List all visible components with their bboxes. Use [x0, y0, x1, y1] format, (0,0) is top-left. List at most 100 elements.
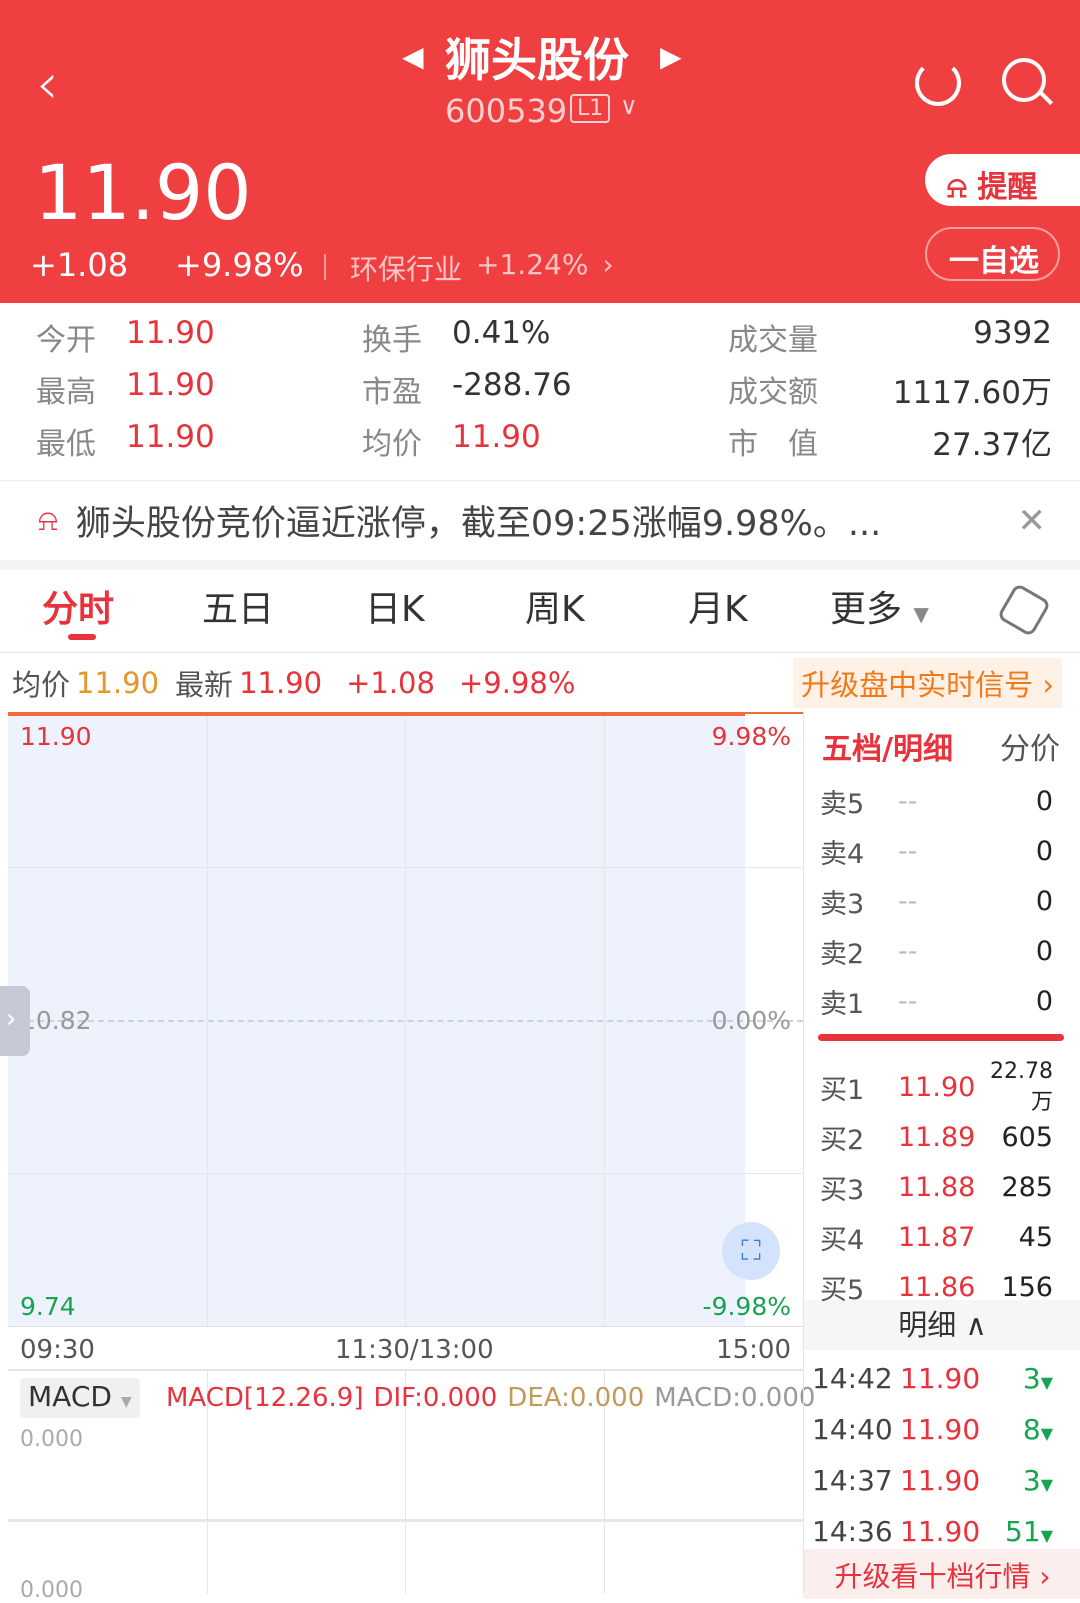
level-price: --: [898, 985, 918, 1017]
level-volume: 45: [1018, 1221, 1053, 1253]
upgrade-signal-link[interactable]: 升级盘中实时信号 ›: [793, 658, 1062, 708]
stat-value: 1117.60万: [892, 375, 1052, 411]
sell-arrow-icon: ▼: [1040, 1424, 1053, 1443]
level-volume: 0: [1035, 885, 1053, 917]
orderbook-row[interactable]: 卖4 -- 0: [820, 826, 1065, 876]
settings-icon[interactable]: [996, 582, 1052, 638]
remind-label: 提醒: [977, 170, 1038, 205]
remind-button[interactable]: ⍾ 提醒: [925, 154, 1080, 206]
tab-label: 更多: [830, 589, 903, 630]
industry-change: +1.24%: [476, 248, 589, 281]
x-tick: 15:00: [716, 1335, 791, 1365]
level-volume: 0: [1035, 835, 1053, 867]
indicator-selector[interactable]: MACD ▼: [20, 1378, 140, 1418]
level-price: --: [898, 935, 918, 967]
orderbook-row[interactable]: 卖2 -- 0: [820, 926, 1065, 976]
tab-orderbook[interactable]: 五档/明细: [822, 724, 953, 768]
bell-icon: ⍾: [38, 503, 58, 538]
level-label: 买5: [820, 1274, 865, 1306]
tab-price-distribution[interactable]: 分价: [1000, 724, 1060, 768]
intraday-chart[interactable]: 11.90 10.82 9.74 9.98% 0.00% -9.98% › ⛶: [0, 712, 803, 1326]
tick-time: 14:40: [812, 1413, 893, 1446]
notice-text: 狮头股份竞价逼近涨停，截至09:25涨幅9.98%。...: [75, 504, 882, 544]
stat-label: 市盈: [362, 375, 422, 410]
tab-5[interactable]: 更多 ▼: [830, 580, 929, 632]
macd-panel: MACD ▼ MACD[12.26.9] DIF:0.000 DEA:0.000…: [8, 1371, 815, 1603]
stat-value: 11.90: [452, 419, 541, 455]
remove-watchlist-button[interactable]: 一自选: [925, 227, 1060, 281]
tick-volume: 3: [1022, 1362, 1041, 1395]
tick-price: 11.90: [900, 1464, 981, 1497]
level-price: --: [898, 785, 918, 817]
orderbook-row[interactable]: 卖1 -- 0: [820, 976, 1065, 1026]
level-price: 11.87: [898, 1221, 976, 1253]
tab-2[interactable]: 日K: [365, 580, 425, 632]
stock-name: 狮头股份: [445, 33, 629, 87]
refresh-icon[interactable]: [915, 60, 961, 106]
spread-bar: [818, 1034, 1064, 1041]
stat-value: -288.76: [452, 367, 572, 403]
orderbook-row[interactable]: 买5 11.86 156: [820, 1262, 1065, 1312]
tab-label: 月K: [688, 589, 748, 630]
level-volume: 285: [1001, 1171, 1053, 1203]
x-tick: 11:30/13:00: [335, 1335, 494, 1365]
level-volume: 22.78万: [990, 1058, 1053, 1115]
x-tick: 09:30: [20, 1335, 95, 1365]
level-label: 买2: [820, 1124, 865, 1156]
level-label: 卖2: [820, 938, 865, 970]
prev-stock-icon[interactable]: ◀: [402, 40, 424, 73]
price-change-pct: +9.98%: [175, 246, 304, 284]
stat-label: 换手: [362, 323, 422, 358]
upgrade-signal-label: 升级盘中实时信号: [801, 668, 1034, 702]
macd-tick: 0.000: [20, 1427, 83, 1452]
level-label: 卖5: [820, 788, 865, 820]
sell-arrow-icon: ▼: [1040, 1373, 1053, 1392]
search-handle: [1038, 90, 1054, 106]
indicator-label: MACD: [28, 1380, 112, 1413]
orderbook-row[interactable]: 买1 11.90 22.78万: [820, 1059, 1065, 1115]
level-volume: 0: [1035, 985, 1053, 1017]
tab-3[interactable]: 周K: [525, 580, 585, 632]
tab-0[interactable]: 分时: [42, 580, 114, 632]
stock-header: ‹ ◀ 狮头股份 ▶ 600539 L1 ∨ 11.90 +1.08 +9.98…: [0, 0, 1080, 303]
watchlist-label: 自选: [979, 244, 1039, 279]
chevron-down-icon[interactable]: ∨: [620, 92, 638, 120]
tick-time: 14:37: [812, 1464, 893, 1497]
close-icon[interactable]: ✕: [1018, 501, 1047, 541]
chevron-right-icon: ›: [602, 248, 614, 281]
level-volume: 0: [1035, 935, 1053, 967]
avg-label: 均价: [12, 668, 71, 702]
orderbook-row[interactable]: 卖3 -- 0: [820, 876, 1065, 926]
price-line-svg: [8, 714, 745, 716]
current-price: 11.90: [34, 148, 252, 237]
macd-tick: 0.000: [20, 1578, 83, 1603]
notice-banner[interactable]: ⍾ 狮头股份竞价逼近涨停，截至09:25涨幅9.98%。... ✕: [0, 480, 1080, 560]
stat-value: 11.90: [126, 315, 215, 351]
period-tabs: 分时 五日 日K 周K 月K 更多 ▼: [0, 570, 1080, 653]
back-icon[interactable]: ‹: [36, 52, 58, 117]
orderbook-row[interactable]: 卖5 -- 0: [820, 776, 1065, 826]
search-icon[interactable]: [1002, 58, 1046, 102]
level-label: 卖1: [820, 988, 865, 1020]
tick-price: 11.90: [900, 1413, 981, 1446]
next-stock-icon[interactable]: ▶: [660, 40, 682, 73]
tab-label: 日K: [365, 589, 425, 630]
industry-link[interactable]: 环保行业 +1.24% ›: [350, 248, 614, 288]
upgrade-level10-link[interactable]: 升级看十档行情 ›: [804, 1549, 1080, 1599]
level-volume: 605: [1001, 1121, 1053, 1153]
stat-value: 11.90: [126, 367, 215, 403]
orderbook-row[interactable]: 买2 11.89 605: [820, 1112, 1065, 1162]
info-row: 均价 11.90 最新 11.90 +1.08 +9.98% 升级盘中实时信号 …: [0, 653, 1080, 713]
orderbook-row[interactable]: 买3 11.88 285: [820, 1162, 1065, 1212]
stat-label: 均价: [362, 427, 422, 462]
tab-label: 五日: [202, 589, 275, 630]
tab-1[interactable]: 五日: [202, 580, 274, 632]
level-label: 买3: [820, 1174, 865, 1206]
orderbook-row[interactable]: 买4 11.87 45: [820, 1212, 1065, 1262]
tab-label: 分时: [42, 589, 115, 630]
level-volume: 0: [1035, 785, 1053, 817]
tab-4[interactable]: 月K: [688, 580, 748, 632]
sell-arrow-icon: ▼: [1040, 1526, 1053, 1545]
bell-icon: ⍾: [947, 170, 967, 205]
time-axis: 09:30 11:30/13:00 15:00: [8, 1326, 803, 1371]
